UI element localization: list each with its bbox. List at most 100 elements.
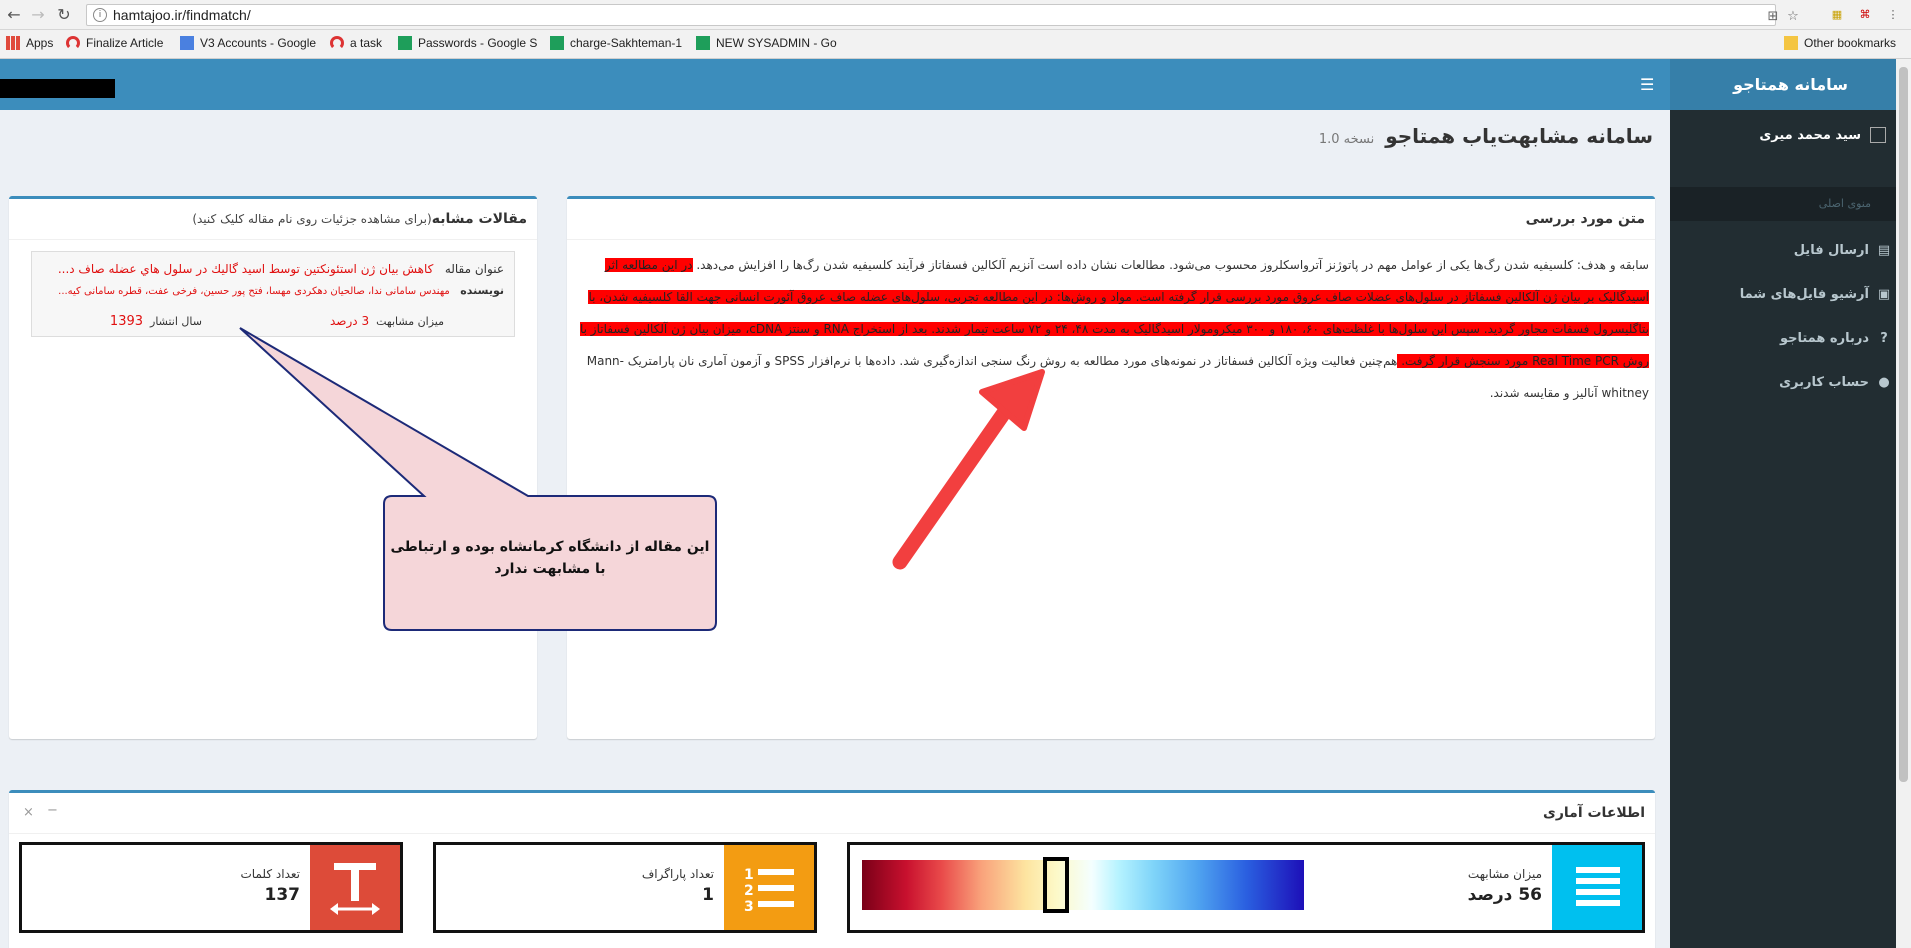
- article-title-link[interactable]: كاهش بيان ژن استئونكتين توسط اسيد گاليك …: [58, 262, 434, 276]
- similarity-value: 3 درصد: [330, 314, 370, 328]
- bookmark-star-icon[interactable]: ☆: [1785, 9, 1801, 25]
- year-label: سال انتشار: [150, 315, 202, 328]
- sidebar-item-account[interactable]: حساب کاربری ●: [1670, 363, 1911, 403]
- info-icon[interactable]: i: [93, 8, 107, 22]
- similarity-label: میزان مشابهت: [376, 315, 444, 328]
- stat-words-label: تعداد کلمات: [240, 867, 301, 881]
- similar-articles-box: مقالات مشابه(برای مشاهده جزئیات روی نام …: [9, 196, 537, 739]
- question-icon: ?: [1880, 331, 1888, 346]
- app-logo[interactable]: سامانه همتاجو: [1670, 59, 1911, 110]
- page-scrollbar[interactable]: [1896, 59, 1911, 948]
- apps-icon: [6, 36, 20, 50]
- sheet-icon: [696, 36, 710, 50]
- bookmark-apps[interactable]: Apps: [6, 36, 53, 50]
- stat-similarity-label: میزان مشابهت: [1467, 867, 1542, 881]
- bookmark-other[interactable]: Other bookmarks: [1784, 36, 1896, 50]
- close-icon[interactable]: ×: [23, 805, 34, 820]
- stat-paragraphs: تعداد پاراگراف 1 1 2 3: [433, 842, 817, 933]
- stats-box-title: اطلاعات آماری: [1543, 805, 1645, 821]
- forward-icon[interactable]: →: [28, 5, 48, 25]
- divider: [567, 239, 1655, 240]
- svg-text:3: 3: [744, 899, 754, 915]
- translate-icon[interactable]: ⊞: [1765, 9, 1781, 25]
- bookmark-finalize-article[interactable]: Finalize Article: [66, 36, 163, 50]
- review-text: سابقه و هدف: کلسیفیه شدن رگ‌ها یکی از عو…: [577, 249, 1649, 409]
- divider: [9, 239, 537, 240]
- redacted-block: [0, 79, 115, 98]
- similarity-gradient-bar: [862, 860, 1304, 910]
- top-navbar: ☰: [0, 59, 1670, 110]
- sidebar-item-about[interactable]: درباره همتاجو ?: [1670, 319, 1911, 359]
- stat-similarity: میزان مشابهت 56 درصد: [847, 842, 1645, 933]
- page-title: سامانه مشابهت‌یاب همتاجو نسخه 1.0: [1319, 124, 1653, 148]
- stat-words: تعداد کلمات 137: [19, 842, 403, 933]
- review-text-box: متن مورد بررسی سابقه و هدف: کلسیفیه شدن …: [567, 196, 1655, 739]
- back-icon[interactable]: ←: [4, 5, 24, 25]
- sidebar-item-label: ارسال فایل: [1793, 243, 1869, 258]
- bookmark-passwords[interactable]: Passwords - Google S: [398, 36, 537, 50]
- sidebar-item-send-file[interactable]: ارسال فایل ▤: [1670, 231, 1911, 271]
- reload-icon[interactable]: ↻: [54, 5, 74, 25]
- file-icon: ▤: [1877, 243, 1891, 258]
- author-list: مهندس سامانی ندا، صالحیان دهکردی مهسا، ف…: [58, 286, 450, 297]
- sidebar-item-archive[interactable]: آرشیو فایل‌های شما ▣: [1670, 275, 1911, 315]
- sidebar: سامانه همتاجو سید محمد میری منوی اصلی ار…: [1670, 59, 1911, 948]
- scroll-thumb[interactable]: [1899, 67, 1908, 782]
- extension-icon[interactable]: ▦: [1828, 7, 1846, 23]
- similar-title: مقالات مشابه: [431, 211, 527, 227]
- page-version: نسخه 1.0: [1318, 132, 1375, 147]
- year-row: سال انتشار 1393: [110, 314, 202, 329]
- stat-paragraphs-value: 1: [702, 885, 714, 905]
- sidebar-item-label: درباره همتاجو: [1779, 331, 1869, 346]
- menu-header: منوی اصلی: [1670, 187, 1911, 221]
- similarity-row: میزان مشابهت 3 درصد: [330, 314, 444, 328]
- review-box-title: متن مورد بررسی: [1525, 211, 1645, 227]
- similar-subtitle: (برای مشاهده جزئیات روی نام مقاله کلیک ک…: [192, 212, 432, 226]
- hamburger-icon[interactable]: ☰: [1640, 75, 1654, 94]
- similar-article-item[interactable]: عنوان مقاله كاهش بيان ژن استئونكتين توسط…: [31, 251, 515, 337]
- article-title-label: عنوان مقاله: [444, 262, 504, 276]
- avatar: [1870, 127, 1886, 143]
- sheet-icon: [398, 36, 412, 50]
- user-icon: ●: [1878, 375, 1890, 390]
- menu-dots-icon[interactable]: ⋮: [1884, 7, 1902, 23]
- stat-words-value: 137: [264, 885, 301, 905]
- collapse-icon[interactable]: −: [47, 803, 58, 818]
- author-label: نویسنده: [460, 284, 504, 297]
- divider: [9, 833, 1655, 834]
- page-title-text: سامانه مشابهت‌یاب همتاجو: [1385, 124, 1653, 148]
- callout-text: این مقاله از دانشگاه کرمانشاه بوده و ارت…: [390, 539, 710, 577]
- bookmark-v3-accounts[interactable]: V3 Accounts - Google: [180, 36, 316, 50]
- year-value: 1393: [109, 314, 144, 329]
- similarity-gauge-marker: [1043, 857, 1070, 913]
- bookmarks-bar: Apps Finalize Article V3 Accounts - Goog…: [0, 30, 1911, 59]
- user-panel: سید محمد میری: [1670, 110, 1911, 168]
- article-title-row: عنوان مقاله كاهش بيان ژن استئونكتين توسط…: [58, 262, 504, 276]
- bookmark-charge-sakhteman[interactable]: charge-Sakhteman-1: [550, 36, 682, 50]
- text-size-icon: [310, 845, 400, 930]
- address-bar[interactable]: i hamtajoo.ir/findmatch/ ⊞ ☆: [86, 4, 1799, 26]
- article-author-row: نویسنده مهندس سامانی ندا، صالحیان دهکردی…: [58, 284, 504, 297]
- text-segment-highlighted: در این مطالعه اثر اسیدگالیک بر بیان ژن آ…: [579, 258, 1649, 368]
- stat-paragraphs-label: تعداد پاراگراف: [641, 867, 714, 881]
- text-segment-intro: سابقه و هدف: کلسیفیه شدن رگ‌ها یکی از عو…: [692, 258, 1649, 272]
- stat-similarity-value: 56 درصد: [1467, 885, 1542, 905]
- url-text: hamtajoo.ir/findmatch/: [113, 7, 251, 23]
- arc-icon: [66, 36, 80, 50]
- sheet-icon: [550, 36, 564, 50]
- pdf-extension-icon[interactable]: ⌘: [1856, 7, 1874, 23]
- arc-icon: [330, 36, 344, 50]
- bookmark-new-sysadmin[interactable]: NEW SYSADMIN - Go: [696, 36, 837, 50]
- similar-box-title: مقالات مشابه(برای مشاهده جزئیات روی نام …: [192, 211, 527, 227]
- user-name: سید محمد میری: [1759, 128, 1861, 143]
- numbered-list-icon: 1 2 3: [724, 845, 814, 930]
- bookmark-a-task[interactable]: a task: [330, 36, 382, 50]
- list-icon: [1552, 845, 1642, 930]
- sidebar-item-label: حساب کاربری: [1779, 375, 1869, 390]
- doc-icon: [180, 36, 194, 50]
- sidebar-item-label: آرشیو فایل‌های شما: [1739, 287, 1869, 302]
- archive-icon: ▣: [1877, 287, 1891, 302]
- browser-toolbar: ← → ↻ i hamtajoo.ir/findmatch/ ⊞ ☆ ▦ ⌘ ⋮: [0, 0, 1911, 30]
- svg-text:1: 1: [744, 867, 754, 883]
- svg-text:2: 2: [744, 883, 754, 899]
